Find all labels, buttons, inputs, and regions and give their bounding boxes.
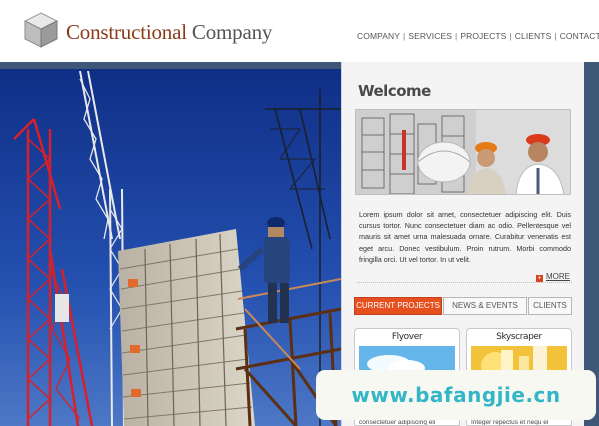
building-icon [118, 229, 255, 426]
tab-clients[interactable]: CLIENTS [528, 297, 572, 315]
nav-company[interactable]: COMPANY [357, 31, 400, 41]
brand-name[interactable]: Constructional Company [66, 20, 272, 45]
cube-logo-icon[interactable] [24, 12, 58, 48]
main-nav: COMPANY | SERVICES | PROJECTS | CLIENTS | CONTAC… [357, 31, 599, 41]
nav-services[interactable]: SERVICES [408, 31, 452, 41]
hero-image [0, 69, 341, 426]
watermark-badge: www.bafangjie.cn [316, 370, 596, 420]
nav-separator: | [554, 31, 557, 41]
watermark-text: www.bafangjie.cn [351, 383, 561, 407]
nav-separator: | [509, 31, 512, 41]
project-text: Integer repectus et nequ el [471, 419, 549, 426]
team-photo [356, 110, 570, 194]
project-title: Skyscraper [496, 332, 542, 342]
brand-name-part1: Constructional [66, 20, 187, 44]
project-text: consectetuer adipiscing eli [359, 419, 436, 426]
tab-current-projects[interactable]: CURRENT PROJECTS [354, 297, 442, 315]
header: Constructional Company COMPANY | SERVICES |… [0, 0, 599, 62]
project-title: Flyover [391, 332, 423, 342]
hero-illustration [0, 69, 341, 426]
welcome-image [355, 109, 571, 195]
more-divider [357, 282, 572, 283]
nav-contact[interactable]: CONTACT [560, 31, 599, 41]
welcome-heading: Welcome [358, 82, 431, 100]
more-link[interactable]: + MORE [536, 272, 570, 282]
more-label: MORE [546, 272, 570, 281]
welcome-text: Lorem ipsum dolor sit amet, consectetuer… [359, 210, 571, 264]
nav-clients[interactable]: CLIENTS [515, 31, 552, 41]
brand-name-part2: Company [186, 20, 273, 44]
nav-projects[interactable]: PROJECTS [460, 31, 506, 41]
tab-news-events[interactable]: NEWS & EVENTS [443, 297, 527, 315]
plus-icon: + [536, 275, 543, 282]
